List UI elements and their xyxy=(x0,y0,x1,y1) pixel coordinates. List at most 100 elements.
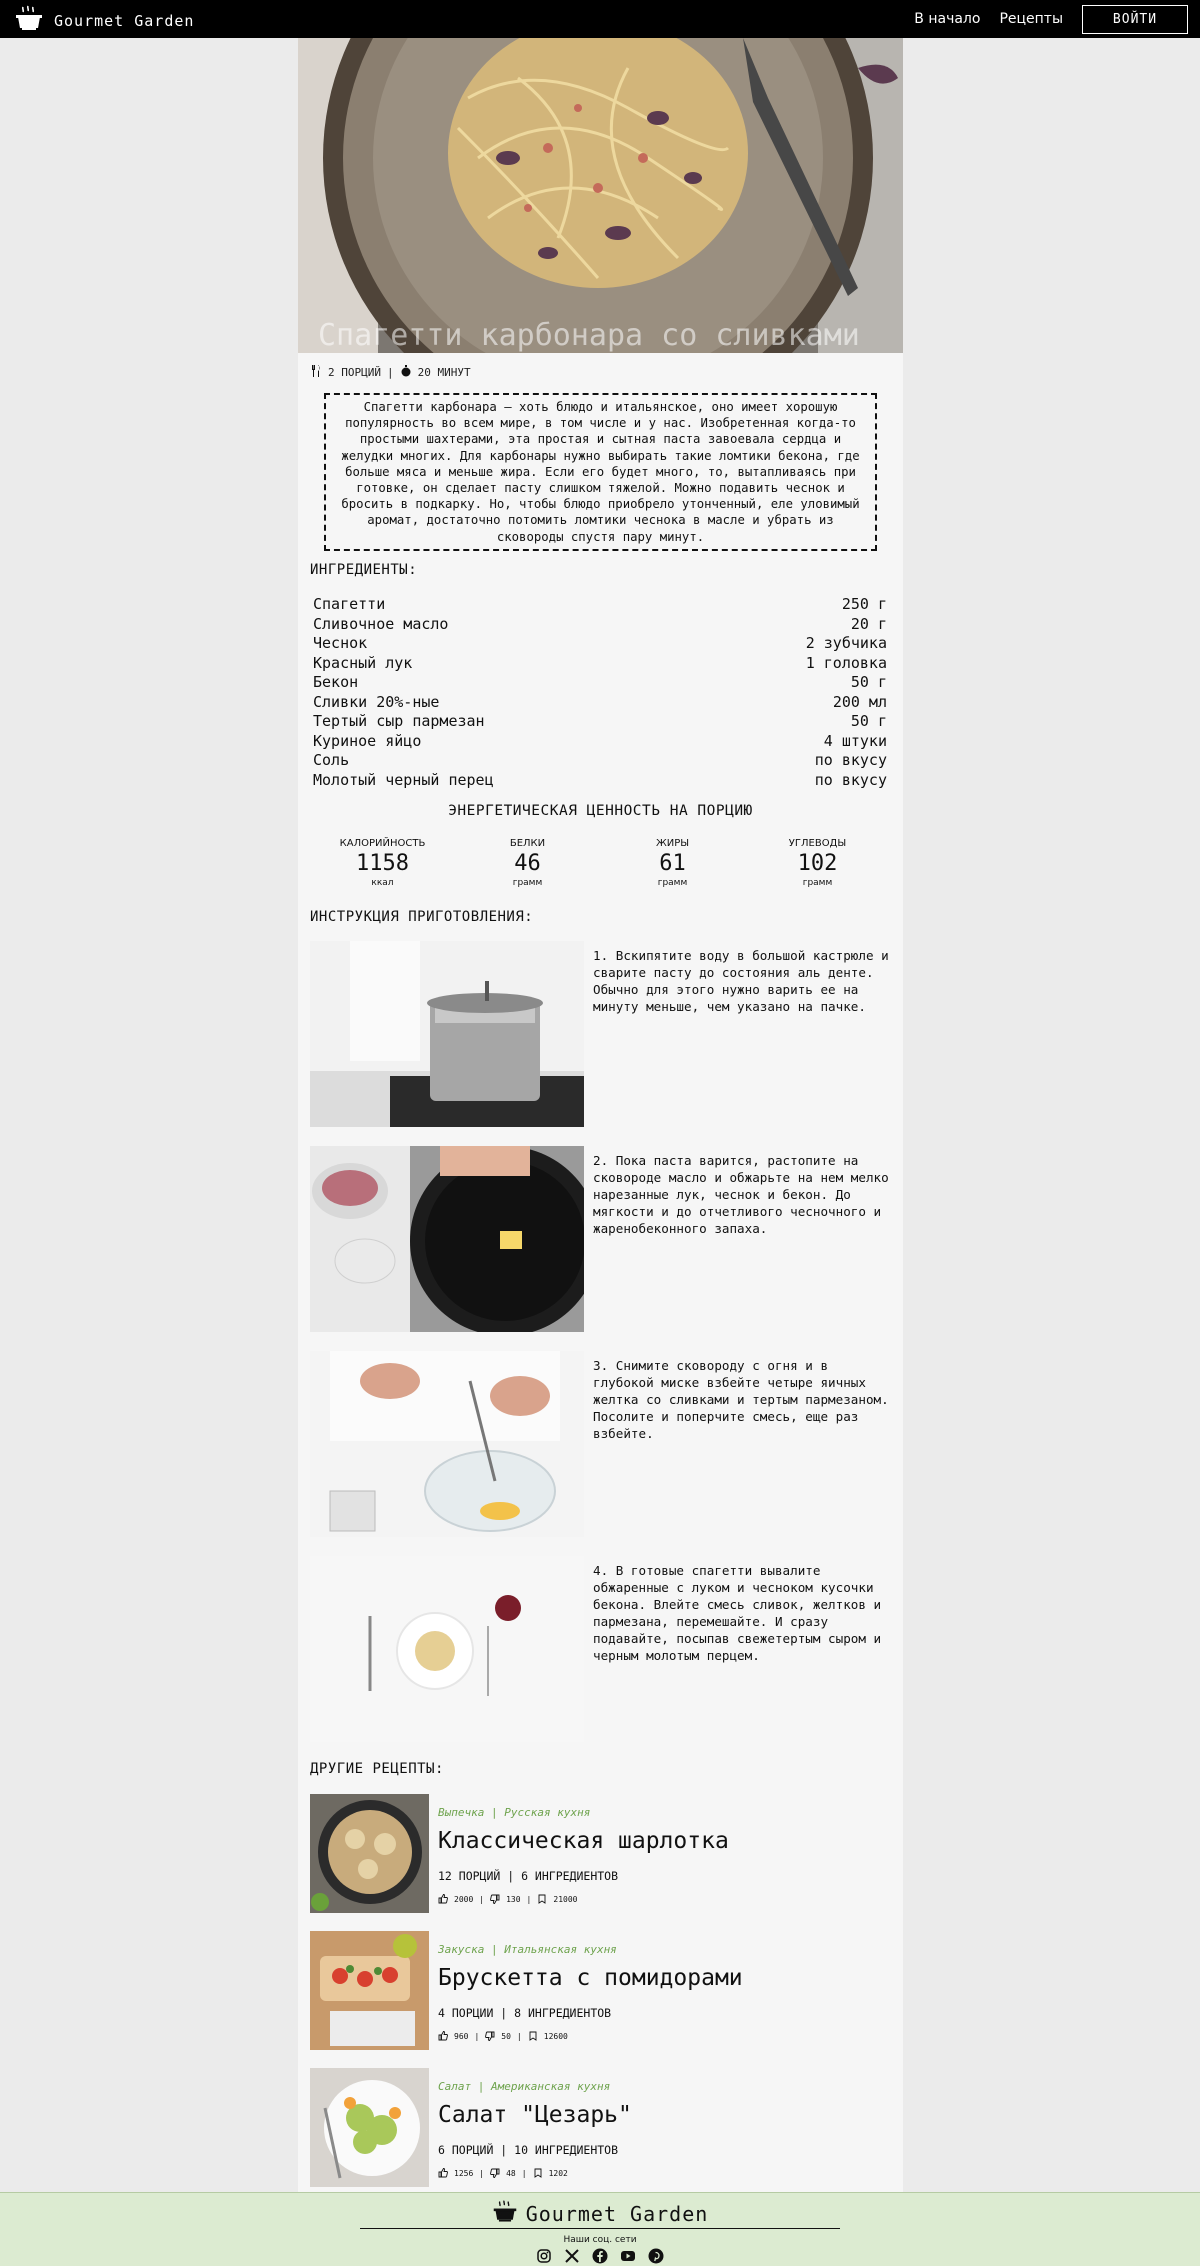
meta-separator: | xyxy=(386,366,394,379)
top-navbar: Gourmet Garden В начало Рецепты ВОЙТИ xyxy=(0,0,1200,38)
social-links xyxy=(0,2248,1200,2264)
recipe-card-meta: 6 ПОРЦИЙ | 10 ИНГРЕДИЕНТОВ xyxy=(438,2143,619,2157)
logo[interactable]: Gourmet Garden xyxy=(14,4,194,38)
ingredient-row: Сливочное масло 20 г xyxy=(313,615,887,635)
bookmark-icon[interactable] xyxy=(537,1894,547,1904)
thumbs-up-icon[interactable] xyxy=(438,1894,448,1904)
ingredient-row: Чеснок 2 зубчика xyxy=(313,634,887,654)
ingredient-row: Соль по вкусу xyxy=(313,751,887,771)
recipe-card-stats: 2000 | 130 | 21000 xyxy=(438,1894,577,1904)
thumbs-down-icon[interactable] xyxy=(485,2031,495,2041)
footer-brand: Gourmet Garden xyxy=(525,2202,709,2226)
energy-protein: БЕЛКИ 46 грамм xyxy=(455,838,600,888)
ingredient-amount: 50 г xyxy=(850,712,887,730)
recipe-card-image[interactable] xyxy=(310,1794,429,1913)
brand-name: Gourmet Garden xyxy=(54,12,195,30)
chef-pot-icon xyxy=(14,4,44,38)
energy-value: 46 xyxy=(514,851,541,876)
energy-label: УГЛЕВОДЫ xyxy=(788,838,847,849)
instagram-icon[interactable] xyxy=(536,2248,552,2264)
recipe-card-meta: 12 ПОРЦИЙ | 6 ИНГРЕДИЕНТОВ xyxy=(438,1869,619,1883)
recipe-card-title[interactable]: Брускетта с помидорами xyxy=(438,1965,743,1991)
recipe-card-title[interactable]: Салат "Цезарь" xyxy=(438,2102,632,2128)
thumbs-down-icon[interactable] xyxy=(490,1894,500,1904)
bookmark-icon[interactable] xyxy=(533,2168,543,2178)
ingredient-name: Тертый сыр пармезан xyxy=(313,712,485,730)
energy-fat: ЖИРЫ 61 грамм xyxy=(600,838,745,888)
recipe-card-image[interactable] xyxy=(310,2068,429,2187)
hero-image: Спагетти карбонара со сливками xyxy=(298,38,903,353)
ingredient-name: Куриное яйцо xyxy=(313,731,422,750)
energy-value: 61 xyxy=(659,851,686,876)
recipe-card-title[interactable]: Классическая шарлотка xyxy=(438,1828,729,1854)
ingredient-row: Бекон 50 г xyxy=(313,673,887,693)
footer-logo[interactable]: Gourmet Garden xyxy=(0,2199,1200,2229)
step-text: 2. Пока паста варится, растопите на сков… xyxy=(593,1153,889,1236)
step-image xyxy=(310,941,584,1127)
energy-label: ЖИРЫ xyxy=(655,838,690,849)
energy-label: БЕЛКИ xyxy=(509,838,546,849)
recipe-card-category[interactable]: Салат | Американская кухня xyxy=(438,2080,610,2093)
recipe-page: Спагетти карбонара со сливками 2 ПОРЦИЙ … xyxy=(298,38,903,2192)
step-image xyxy=(310,1351,584,1537)
chef-pot-icon xyxy=(492,2199,518,2229)
ingredient-name: Сливочное масло xyxy=(313,614,449,633)
ingredient-row: Красный лук 1 головка xyxy=(313,654,887,674)
thumbs-down-icon[interactable] xyxy=(490,2168,500,2178)
instruction-step: 2. Пока паста варится, растопите на сков… xyxy=(310,1146,890,1332)
bookmark-icon[interactable] xyxy=(528,2031,538,2041)
energy-value: 102 xyxy=(797,851,838,876)
recipe-card[interactable]: Закуска | Итальянская кухня Брускетта с … xyxy=(310,1931,890,2050)
ingredient-name: Красный лук xyxy=(313,653,413,672)
ingredient-amount: 2 зубчика xyxy=(805,634,887,652)
other-recipes-title: ДРУГИЕ РЕЦЕПТЫ: xyxy=(310,1761,444,1777)
recipe-card-meta: 4 ПОРЦИИ | 8 ИНГРЕДИЕНТОВ xyxy=(438,2006,612,2020)
ingredient-amount: 4 штуки xyxy=(823,731,887,750)
ingredients-list: Спагетти 250 г Сливочное масло 20 г Чеснок… xyxy=(313,595,887,790)
step-image xyxy=(310,1556,584,1742)
energy-value: 1158 xyxy=(356,851,409,876)
dislikes-count: 50 xyxy=(501,2031,511,2041)
recipe-card-image[interactable] xyxy=(310,1931,429,2050)
recipe-card-stats: 960 | 50 | 12600 xyxy=(438,2031,568,2041)
x-icon[interactable] xyxy=(564,2248,580,2264)
nav-home-link[interactable]: В начало xyxy=(914,11,980,27)
thumbs-up-icon[interactable] xyxy=(438,2031,448,2041)
instruction-step: 4. В готовые спагетти вывалите обжаренны… xyxy=(310,1556,890,1742)
energy-values: КАЛОРИЙНОСТЬ 1158 ккал БЕЛКИ 46 грамм ЖИ… xyxy=(310,838,890,888)
energy-carbs: УГЛЕВОДЫ 102 грамм xyxy=(745,838,890,888)
pinterest-icon[interactable] xyxy=(648,2248,664,2264)
social-title: Наши соц. сети xyxy=(563,2235,637,2245)
likes-count: 1256 xyxy=(454,2168,474,2178)
energy-calories: КАЛОРИЙНОСТЬ 1158 ккал xyxy=(310,838,455,888)
recipe-card-category[interactable]: Закуска | Итальянская кухня xyxy=(438,1943,617,1956)
saves-count: 1202 xyxy=(548,2168,568,2178)
step-text: 1. Вскипятите воду в большой кастрюле и … xyxy=(593,948,889,1014)
ingredient-amount: 1 головка xyxy=(805,653,887,672)
footer: Gourmet Garden Наши соц. сети xyxy=(0,2192,1200,2266)
saves-count: 12600 xyxy=(543,2031,568,2041)
recipe-card[interactable]: Выпечка | Русская кухня Классическая шар… xyxy=(310,1794,890,1913)
main-nav: В начало Рецепты ВОЙТИ xyxy=(914,0,1200,38)
step-text: 3. Снимите сковороду с огня и в глубокой… xyxy=(593,1358,889,1441)
youtube-icon[interactable] xyxy=(620,2248,636,2264)
recipe-card-category[interactable]: Выпечка | Русская кухня xyxy=(438,1806,590,1819)
energy-unit: грамм xyxy=(802,878,833,888)
ingredients-title: ИНГРЕДИЕНТЫ: xyxy=(310,562,418,578)
ingredient-amount: 200 мл xyxy=(832,692,887,711)
login-button[interactable]: ВОЙТИ xyxy=(1082,4,1188,34)
step-text: 4. В готовые спагетти вывалите обжаренны… xyxy=(593,1563,882,1663)
nav-recipes-link[interactable]: Рецепты xyxy=(999,11,1063,27)
thumbs-up-icon[interactable] xyxy=(438,2168,448,2178)
facebook-icon[interactable] xyxy=(592,2248,608,2264)
ingredient-amount: 250 г xyxy=(841,595,887,613)
recipe-card[interactable]: Салат | Американская кухня Салат "Цезарь… xyxy=(310,2068,890,2187)
energy-unit: грамм xyxy=(657,878,688,888)
recipe-description: Спагетти карбонара — хоть блюдо и италья… xyxy=(324,393,877,551)
cutlery-icon xyxy=(310,365,322,380)
ingredient-name: Молотый черный перец xyxy=(313,770,494,789)
energy-title: ЭНЕРГЕТИЧЕСКАЯ ЦЕННОСТЬ НА ПОРЦИЮ xyxy=(448,803,753,819)
ingredient-amount: по вкусу xyxy=(814,751,887,769)
ingredient-row: Сливки 20%-ные 200 мл xyxy=(313,693,887,713)
footer-divider xyxy=(360,2228,840,2229)
